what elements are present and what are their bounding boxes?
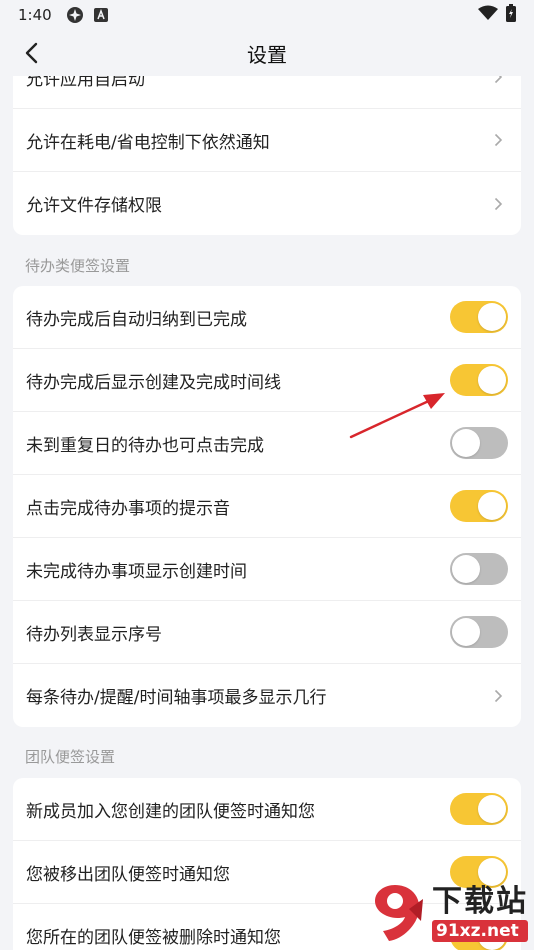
- back-arrow-icon: [25, 42, 38, 64]
- toggle-switch[interactable]: [450, 553, 508, 585]
- settings-row-member-join[interactable]: 新成员加入您创建的团队便签时通知您: [13, 778, 521, 841]
- toggle-knob: [478, 303, 506, 331]
- settings-row-complete-sound[interactable]: 点击完成待办事项的提示音: [13, 475, 521, 538]
- battery-icon: [506, 4, 516, 26]
- settings-row-created-time[interactable]: 未完成待办事项显示创建时间: [13, 538, 521, 601]
- toggle-knob: [478, 795, 506, 823]
- row-label: 待办列表显示序号: [26, 624, 162, 645]
- toggle-switch[interactable]: [450, 364, 508, 396]
- permissions-card: 允许应用自启动 允许在耗电/省电控制下依然通知 允许文件存储权限: [13, 76, 521, 235]
- settings-row-power-notify[interactable]: 允许在耗电/省电控制下依然通知: [13, 109, 521, 172]
- app-bar: 设置: [0, 30, 534, 76]
- settings-row-max-lines[interactable]: 每条待办/提醒/时间轴事项最多显示几行: [13, 664, 521, 727]
- row-label: 点击完成待办事项的提示音: [26, 498, 230, 519]
- toggle-knob: [452, 618, 480, 646]
- row-label: 待办完成后显示创建及完成时间线: [26, 372, 281, 393]
- settings-row-repeat-complete[interactable]: 未到重复日的待办也可点击完成: [13, 412, 521, 475]
- row-label: 待办完成后自动归纳到已完成: [26, 309, 247, 330]
- row-label: 未完成待办事项显示创建时间: [26, 561, 247, 582]
- watermark-logo-icon: [360, 878, 430, 948]
- toggle-knob: [452, 429, 480, 457]
- row-label: 未到重复日的待办也可点击完成: [26, 435, 264, 456]
- status-bar: 1:40: [0, 0, 534, 30]
- vpn-icon: [66, 6, 84, 24]
- notification-a-icon: [93, 8, 108, 22]
- chevron-right-icon: [488, 130, 508, 150]
- chevron-right-icon: [488, 194, 508, 214]
- toggle-knob: [452, 555, 480, 583]
- toggle-knob: [478, 366, 506, 394]
- back-button[interactable]: [16, 38, 46, 68]
- row-label: 允许应用自启动: [26, 76, 145, 90]
- watermark-brand-en: 91xz.net: [432, 919, 528, 942]
- settings-row-show-index[interactable]: 待办列表显示序号: [13, 601, 521, 664]
- chevron-right-icon: [488, 76, 508, 87]
- toggle-switch[interactable]: [450, 616, 508, 648]
- section-header-todo: 待办类便签设置: [25, 257, 131, 275]
- status-time: 1:40: [18, 6, 52, 24]
- toggle-knob: [478, 492, 506, 520]
- row-label: 每条待办/提醒/时间轴事项最多显示几行: [26, 688, 327, 708]
- todo-settings-card: 待办完成后自动归纳到已完成 待办完成后显示创建及完成时间线 未到重复日的待办也可…: [13, 286, 521, 727]
- page-title: 设置: [247, 42, 287, 67]
- settings-row-timeline[interactable]: 待办完成后显示创建及完成时间线: [13, 349, 521, 412]
- row-label: 允许文件存储权限: [26, 196, 162, 216]
- settings-row-auto-archive[interactable]: 待办完成后自动归纳到已完成: [13, 286, 521, 349]
- settings-row-storage-permission[interactable]: 允许文件存储权限: [13, 172, 521, 235]
- toggle-switch[interactable]: [450, 301, 508, 333]
- section-header-team: 团队便签设置: [25, 748, 116, 766]
- row-label: 新成员加入您创建的团队便签时通知您: [26, 801, 315, 822]
- settings-list[interactable]: 允许应用自启动 允许在耗电/省电控制下依然通知 允许文件存储权限 待办类便签设置…: [0, 76, 534, 950]
- toggle-switch[interactable]: [450, 793, 508, 825]
- chevron-right-icon: [488, 686, 508, 706]
- watermark: 下载站 91xz.net: [360, 875, 534, 950]
- wifi-icon: [478, 5, 498, 25]
- watermark-brand-cn: 下载站: [432, 883, 528, 919]
- row-label: 允许在耗电/省电控制下依然通知: [26, 132, 270, 153]
- settings-row-auto-start[interactable]: 允许应用自启动: [13, 76, 521, 109]
- toggle-switch[interactable]: [450, 490, 508, 522]
- toggle-switch[interactable]: [450, 427, 508, 459]
